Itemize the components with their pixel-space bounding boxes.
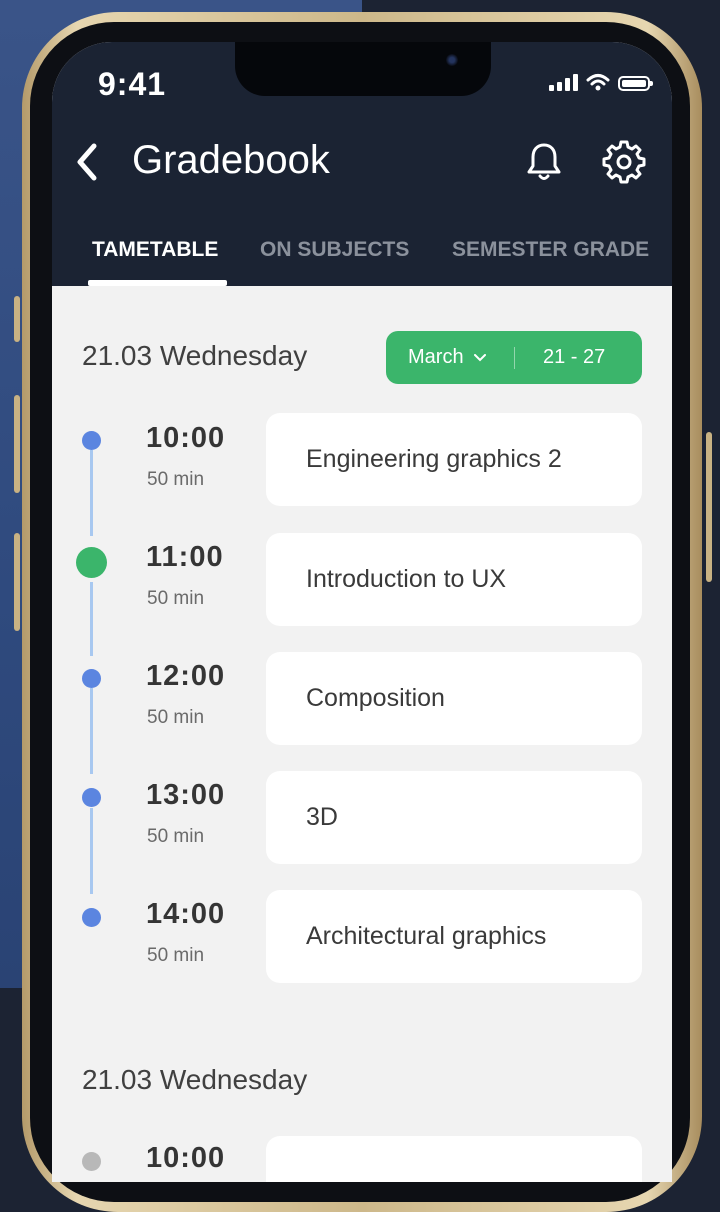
- chevron-left-icon: [77, 143, 97, 181]
- lesson-time: 11:00: [146, 541, 224, 573]
- lesson-time: 12:00: [146, 660, 226, 692]
- settings-button[interactable]: [602, 140, 646, 184]
- lesson-card[interactable]: Engineering graphics 2: [266, 413, 642, 506]
- lesson-time: 14:00: [146, 898, 226, 930]
- lesson-card[interactable]: [266, 1136, 642, 1182]
- phone-volume-up: [14, 395, 20, 493]
- timeline-dot: [82, 431, 101, 450]
- lesson-subject: Architectural graphics: [306, 922, 547, 950]
- lesson-subject: Composition: [306, 684, 445, 712]
- lesson-subject: Introduction to UX: [306, 565, 507, 593]
- app-screen: 9:41 Gradebook TAMETABLE ON SUBJECTS SEM…: [52, 42, 672, 1182]
- chevron-down-icon: [473, 353, 486, 361]
- phone-mute-switch: [14, 296, 20, 342]
- wifi-icon: [586, 74, 610, 91]
- notch: [235, 42, 491, 96]
- timeline-dot: [82, 908, 101, 927]
- notifications-button[interactable]: [522, 140, 566, 184]
- lesson-subject: 3D: [306, 803, 338, 831]
- timeline-connector: [90, 688, 93, 774]
- tab-on-subjects[interactable]: ON SUBJECTS: [260, 238, 409, 262]
- phone-volume-down: [14, 533, 20, 631]
- timeline-dot-current: [76, 547, 107, 578]
- gear-icon: [602, 140, 646, 184]
- lesson-card[interactable]: 3D: [266, 771, 642, 864]
- app-header: 9:41 Gradebook TAMETABLE ON SUBJECTS SEM…: [52, 42, 672, 286]
- timeline-connector: [90, 582, 93, 656]
- month-select[interactable]: March: [408, 346, 486, 369]
- month-label: March: [408, 346, 464, 368]
- tab-timetable[interactable]: TAMETABLE: [92, 238, 218, 262]
- lesson-card[interactable]: Introduction to UX: [266, 533, 642, 626]
- lesson-time: 10:00: [146, 422, 226, 454]
- signal-icon: [549, 73, 578, 91]
- lesson-card[interactable]: Architectural graphics: [266, 890, 642, 983]
- status-time: 9:41: [98, 66, 167, 102]
- lesson-duration: 50 min: [147, 707, 205, 728]
- lesson-time: 10:00: [146, 1142, 226, 1174]
- active-tab-indicator: [88, 280, 227, 286]
- battery-icon: [618, 76, 653, 91]
- page-title: Gradebook: [132, 138, 330, 182]
- lesson-card[interactable]: Composition: [266, 652, 642, 745]
- lesson-time: 13:00: [146, 779, 226, 811]
- lesson-duration: 50 min: [147, 469, 205, 490]
- bell-icon: [527, 143, 561, 180]
- day-heading: 21.03 Wednesday: [82, 1064, 308, 1095]
- picker-divider: [514, 347, 515, 369]
- day-heading: 21.03 Wednesday: [82, 340, 308, 371]
- lesson-duration: 50 min: [147, 945, 205, 966]
- status-icons: [549, 69, 653, 91]
- timeline-dot: [82, 788, 101, 807]
- lesson-subject: Engineering graphics 2: [306, 445, 562, 473]
- tab-semester-grade[interactable]: SEMESTER GRADE: [452, 238, 649, 262]
- back-button[interactable]: [70, 140, 106, 184]
- week-range[interactable]: 21 - 27: [543, 346, 605, 369]
- tab-bar: TAMETABLE ON SUBJECTS SEMESTER GRADE: [52, 228, 672, 286]
- phone-power-button: [706, 432, 712, 582]
- lesson-duration: 50 min: [147, 588, 205, 609]
- timeline-connector: [90, 808, 93, 894]
- camera-icon: [446, 54, 458, 66]
- week-picker: March 21 - 27: [386, 331, 642, 384]
- lesson-duration: 50 min: [147, 826, 205, 847]
- timeline-dot: [82, 669, 101, 688]
- timeline-connector: [90, 450, 93, 536]
